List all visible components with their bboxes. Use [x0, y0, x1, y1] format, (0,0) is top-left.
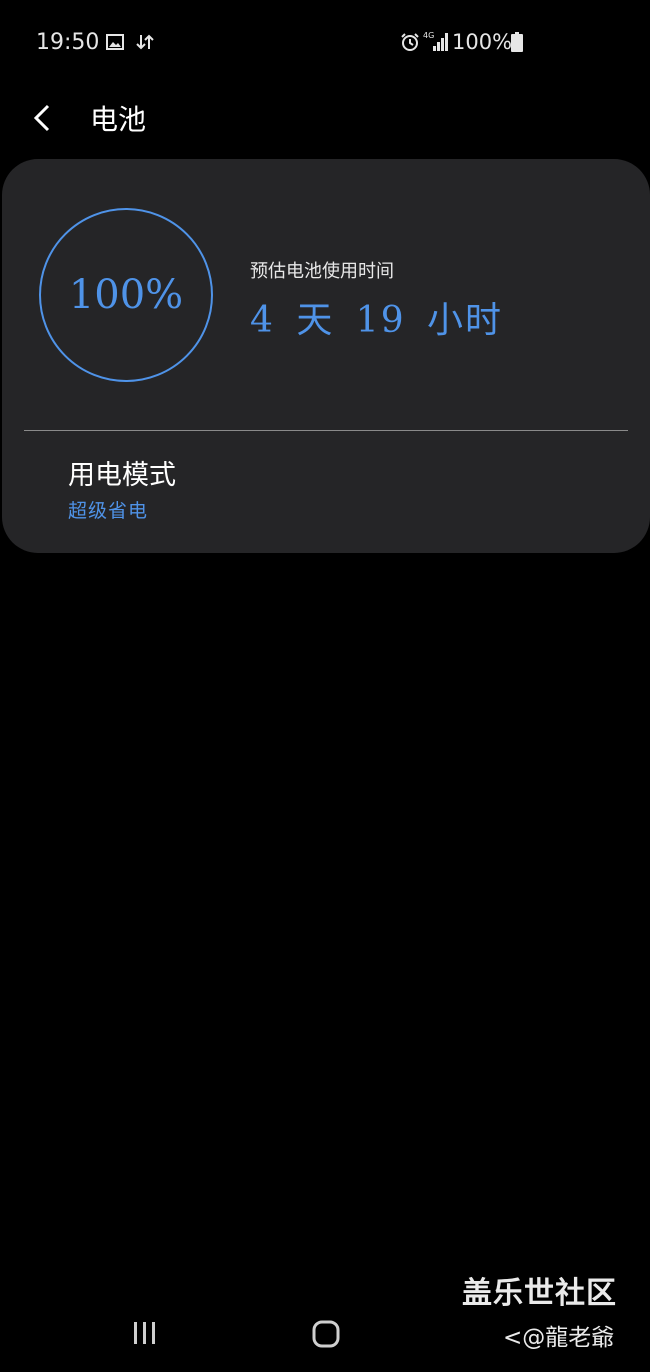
4g-signal-icon: 4G [423, 31, 448, 51]
home-icon [312, 1320, 340, 1348]
battery-card: 100% 预估电池使用时间 4 天 19 小时 用电模式 超级省电 [2, 159, 650, 553]
estimate-value: 4 天 19 小时 [250, 300, 504, 341]
home-button[interactable] [312, 1320, 340, 1348]
alarm-icon [401, 33, 419, 51]
recent-apps-icon [134, 1322, 137, 1344]
estimate-label: 预估电池使用时间 [250, 261, 394, 282]
data-transfer-icon [136, 34, 154, 50]
watermark-site: 盖乐世社区 [462, 1276, 617, 1311]
svg-text:4G: 4G [423, 31, 434, 40]
back-button[interactable] [24, 96, 64, 140]
chevron-left-icon [33, 104, 50, 132]
page-title: 电池 [90, 103, 147, 136]
power-mode-item[interactable]: 用电模式 超级省电 [24, 441, 628, 541]
recent-apps-button[interactable] [130, 1320, 160, 1346]
divider [24, 430, 628, 431]
battery-percent: 100% [68, 272, 184, 318]
power-mode-title: 用电模式 [68, 460, 176, 491]
watermark-user: <@龍老爺 [503, 1325, 615, 1351]
battery-icon [511, 32, 523, 52]
image-icon [106, 34, 124, 50]
power-mode-value: 超级省电 [68, 500, 149, 522]
battery-percent-status: 100% [452, 30, 513, 54]
status-bar: 19:50 4G 100% [0, 0, 650, 88]
app-header: 电池 [0, 88, 650, 158]
status-time: 19:50 [36, 30, 100, 55]
